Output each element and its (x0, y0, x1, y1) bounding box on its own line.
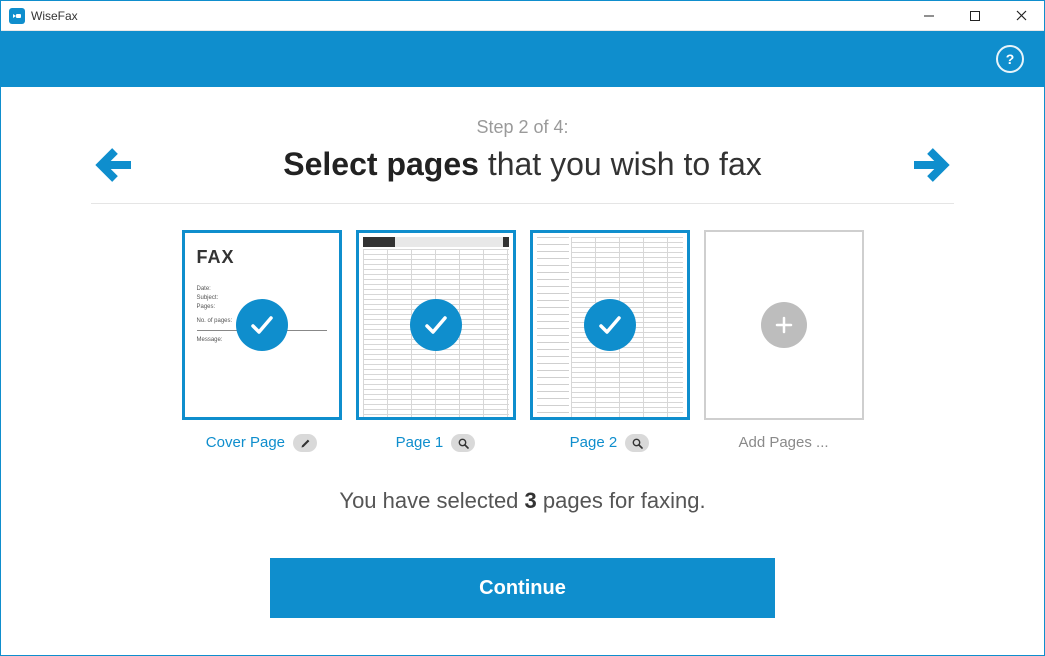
window-controls (906, 1, 1044, 31)
wizard-heading-rest: that you wish to fax (479, 146, 762, 182)
window-minimize-button[interactable] (906, 1, 952, 31)
wizard-next-button[interactable] (910, 145, 954, 185)
plus-icon (761, 302, 807, 348)
window-titlebar: WiseFax (1, 1, 1044, 31)
selected-check-icon (584, 299, 636, 351)
continue-label: Continue (479, 577, 566, 600)
edit-cover-button[interactable] (293, 434, 317, 452)
wizard-heading-bold: Select pages (283, 146, 479, 182)
page-caption-2: Page 2 (530, 434, 690, 452)
pencil-icon (300, 438, 311, 449)
add-pages-label[interactable]: Add Pages ... (738, 434, 828, 451)
cover-fax-title: FAX (197, 247, 327, 268)
wizard-heading-row: Select pages that you wish to fax (91, 146, 954, 183)
wizard-heading: Select pages that you wish to fax (283, 146, 761, 183)
zoom-page-2-button[interactable] (625, 434, 649, 452)
summary-suffix: pages for faxing. (537, 488, 706, 513)
window-title: WiseFax (31, 9, 78, 23)
summary-count: 3 (525, 488, 537, 513)
add-pages-thumb[interactable] (704, 230, 864, 420)
page-card-cover: FAX Date: Subject: Pages: No. of pages: … (182, 230, 342, 452)
help-icon: ? (1006, 51, 1015, 67)
page-caption-cover: Cover Page (182, 434, 342, 452)
window-maximize-button[interactable] (952, 1, 998, 31)
help-button[interactable]: ? (996, 45, 1024, 73)
wizard-back-button[interactable] (91, 145, 135, 185)
page-card-add: Add Pages ... (704, 230, 864, 452)
selected-check-icon (410, 299, 462, 351)
page-card-2: Page 2 (530, 230, 690, 452)
page-thumb-2[interactable] (530, 230, 690, 420)
page-caption-add: Add Pages ... (704, 434, 864, 451)
arrow-left-icon (91, 145, 135, 185)
page-thumb-cover[interactable]: FAX Date: Subject: Pages: No. of pages: … (182, 230, 342, 420)
selected-check-icon (236, 299, 288, 351)
window-close-button[interactable] (998, 1, 1044, 31)
page-label[interactable]: Cover Page (206, 434, 285, 451)
continue-row: Continue (91, 558, 954, 618)
wizard-step-indicator: Step 2 of 4: (91, 117, 954, 138)
page-card-1: Page 1 (356, 230, 516, 452)
page-thumb-1[interactable] (356, 230, 516, 420)
magnifier-icon (458, 438, 469, 449)
page-caption-1: Page 1 (356, 434, 516, 452)
summary-prefix: You have selected (339, 488, 524, 513)
page-thumbnails: FAX Date: Subject: Pages: No. of pages: … (91, 230, 954, 452)
selection-summary: You have selected 3 pages for faxing. (91, 488, 954, 514)
app-icon (9, 8, 25, 24)
wizard-main: Step 2 of 4: Select pages that you wish … (1, 87, 1044, 618)
arrow-right-icon (910, 145, 954, 185)
page-label[interactable]: Page 1 (396, 434, 444, 451)
zoom-page-1-button[interactable] (451, 434, 475, 452)
page-label[interactable]: Page 2 (570, 434, 618, 451)
app-header: ? (1, 31, 1044, 87)
heading-divider (91, 203, 954, 204)
magnifier-icon (632, 438, 643, 449)
continue-button[interactable]: Continue (270, 558, 775, 618)
